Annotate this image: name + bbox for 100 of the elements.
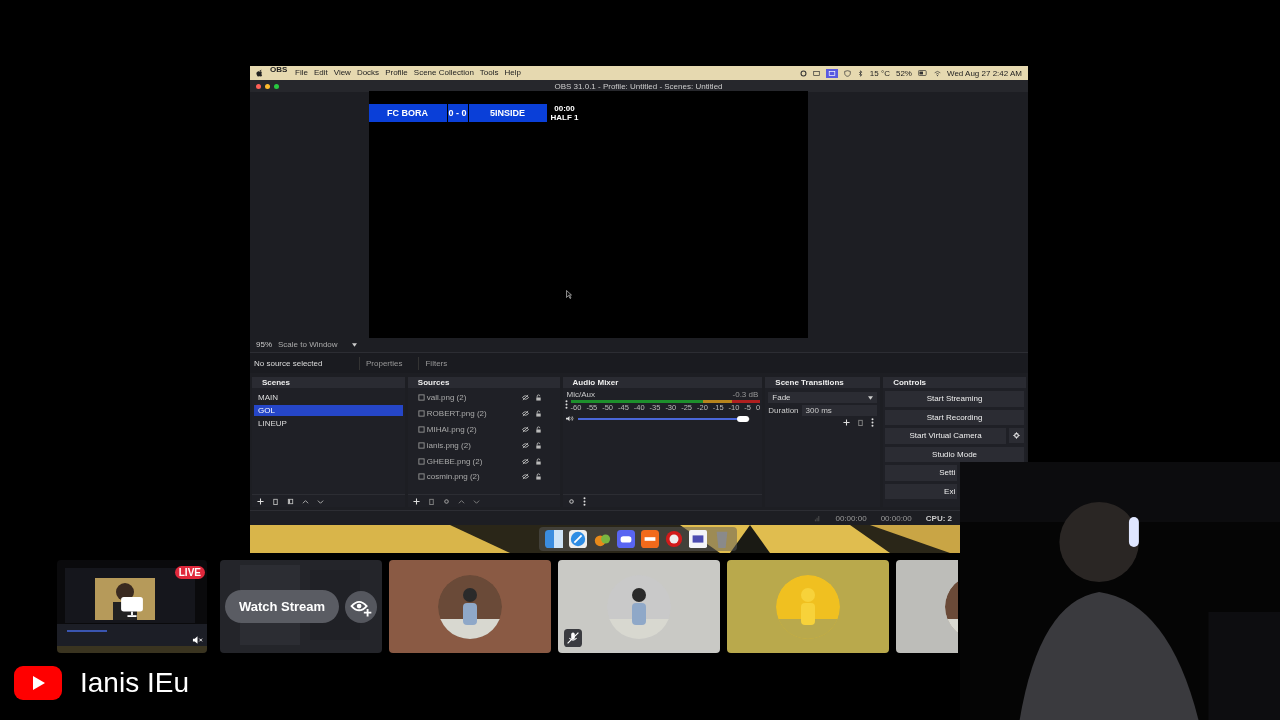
shield-icon[interactable] [843, 69, 851, 77]
add-icon[interactable] [412, 497, 420, 505]
filters-button[interactable]: Filters [418, 356, 454, 370]
app-icon[interactable] [689, 530, 707, 548]
temperature-text[interactable]: 15 °C [869, 68, 890, 78]
volume-thumb[interactable] [737, 415, 750, 422]
control-button[interactable]: Start Streaming [885, 391, 1024, 407]
dock-header: Scene Transitions [765, 377, 881, 388]
scale-dropdown[interactable]: Scale to Window [278, 340, 338, 349]
cursor-icon [565, 290, 572, 299]
add-icon[interactable] [257, 497, 264, 505]
caret-icon[interactable] [351, 342, 357, 347]
source-item[interactable]: ROBERT.png (2) [426, 409, 516, 419]
app-icon[interactable] [641, 530, 659, 548]
lock-icon[interactable] [534, 441, 542, 449]
user-tile[interactable] [558, 560, 720, 653]
window-icon[interactable] [812, 69, 820, 77]
lock-icon[interactable] [534, 457, 542, 465]
more-icon[interactable] [871, 418, 875, 427]
eye-icon[interactable] [521, 457, 529, 465]
screen-share-icon[interactable] [825, 68, 838, 78]
dock-header: Audio Mixer [562, 377, 763, 388]
source-item[interactable]: vall.png (2) [426, 393, 516, 403]
bluetooth-icon[interactable] [856, 69, 864, 77]
dock-header: Sources [407, 377, 560, 388]
lock-icon[interactable] [534, 426, 542, 433]
dock-header: Controls [883, 377, 1026, 388]
stream-time: 00:00:00 [835, 513, 867, 523]
menu-item[interactable]: View [333, 67, 351, 79]
menu-item[interactable]: Profile [385, 67, 408, 79]
source-item[interactable]: MIHAI.png (2) [426, 425, 516, 434]
menu-item[interactable]: OBS [269, 66, 289, 82]
trash-icon[interactable] [427, 497, 435, 505]
up-icon[interactable] [302, 497, 309, 505]
speaker-muted-icon[interactable] [192, 635, 203, 645]
eye-icon[interactable] [521, 410, 529, 418]
source-item[interactable]: ianis.png (2) [426, 440, 516, 450]
menu-item[interactable]: Scene Collection [413, 67, 474, 79]
record-time: 00:00:00 [880, 513, 912, 523]
compass-icon[interactable] [569, 530, 587, 548]
add-icon[interactable] [843, 419, 851, 426]
eye-icon[interactable] [521, 426, 529, 433]
record-icon[interactable] [665, 530, 683, 548]
scene-item[interactable]: LINEUP [254, 418, 403, 429]
control-button[interactable]: Start Virtual Camera [885, 428, 1006, 444]
control-button[interactable]: Exi [885, 483, 958, 499]
apple-icon[interactable] [256, 69, 263, 77]
menu-item[interactable]: Tools [479, 67, 499, 79]
control-button[interactable]: Studio Mode [885, 446, 1024, 462]
properties-button[interactable]: Properties [359, 356, 409, 370]
battery-text[interactable]: 52% [895, 68, 912, 78]
source-item[interactable]: GHEBE.png (2) [426, 456, 516, 466]
user-tile[interactable] [389, 560, 551, 653]
source-item[interactable]: cosmin.png (2) [426, 472, 516, 482]
finder-icon[interactable] [545, 530, 563, 548]
wifi-icon[interactable] [934, 69, 941, 77]
lock-icon[interactable] [534, 410, 542, 418]
cpu-text: CPU: 2 [925, 513, 952, 523]
eye-icon[interactable] [521, 441, 529, 449]
more-icon[interactable] [582, 496, 586, 506]
gamepad-icon[interactable] [617, 530, 635, 548]
duration-field[interactable]: 300 ms [801, 405, 878, 416]
lock-icon[interactable] [534, 394, 542, 402]
eye-icon[interactable] [521, 394, 529, 402]
duration-label: Duration [768, 406, 799, 415]
caret-icon[interactable] [868, 395, 874, 400]
match-period: HALF 1 [550, 113, 579, 122]
speaker-icon[interactable] [564, 415, 574, 422]
control-button[interactable]: Start Recording [885, 409, 1024, 425]
user-tile[interactable] [727, 560, 889, 653]
channel-name: Ianis IEu [80, 667, 189, 699]
eye-icon[interactable] [521, 473, 529, 481]
lock-icon[interactable] [534, 473, 542, 481]
team-name: 5INSIDE [468, 104, 547, 122]
window-title: OBS 31.0.1 - Profile: Untitled - Scenes: Untitled [553, 81, 724, 91]
transition-dropdown[interactable]: Fade [772, 393, 791, 402]
trash-icon[interactable] [272, 497, 279, 505]
trash-icon[interactable] [857, 419, 865, 426]
monitor-icon [121, 596, 143, 617]
filter-icon[interactable] [287, 497, 294, 505]
menu-item[interactable]: Docks [356, 67, 380, 79]
battery-icon[interactable] [918, 70, 928, 76]
source-status: No source selected [254, 358, 324, 368]
stream-tile[interactable]: LIVE [57, 560, 207, 653]
down-icon[interactable] [317, 497, 324, 505]
eye-plus-icon[interactable] [345, 590, 378, 623]
up-icon[interactable] [457, 497, 465, 505]
menu-clock[interactable]: Wed Aug 27 2:42 AM [947, 68, 1022, 78]
watch-stream-button[interactable]: Watch Stream [224, 590, 340, 623]
db-reading: -0.3 dB [732, 390, 759, 399]
menu-item[interactable]: Help [504, 67, 521, 79]
control-button[interactable]: Setti [885, 465, 958, 481]
down-icon[interactable] [472, 497, 480, 505]
menu-item[interactable]: File [295, 67, 308, 79]
team-name: FC BORA [368, 104, 447, 122]
more-icon[interactable] [564, 400, 568, 409]
scene-item[interactable]: GOL [254, 405, 403, 416]
menu-item[interactable]: Edit [313, 67, 328, 79]
zoom-text[interactable]: 95% [256, 340, 272, 349]
scene-item[interactable]: MAIN [254, 392, 403, 403]
